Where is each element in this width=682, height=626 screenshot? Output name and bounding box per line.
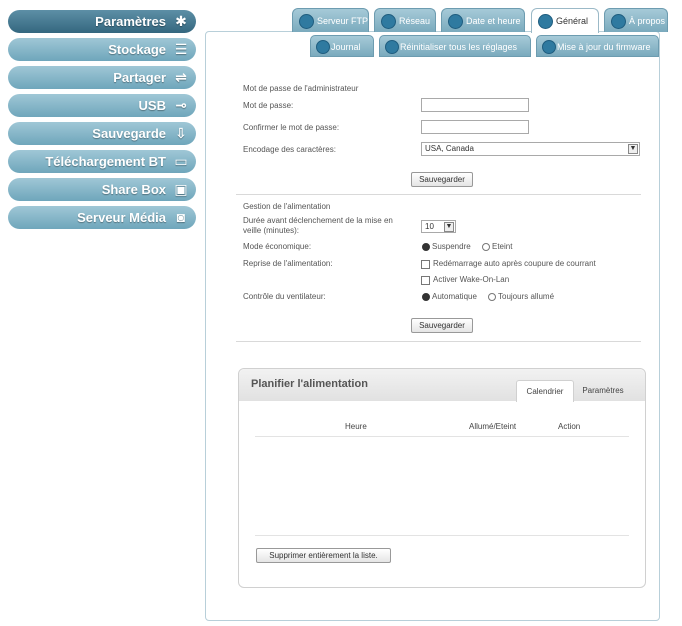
schedule-tab-parametres[interactable]: Paramètres xyxy=(575,380,631,401)
tab-label: À propos xyxy=(629,16,666,26)
password-label: Mot de passe: xyxy=(243,101,294,110)
sidebar: Paramètres ✱ Stockage ☰ Partager ⇌ USB ⊸… xyxy=(8,10,196,234)
update-icon xyxy=(542,40,556,54)
sidebar-item-usb[interactable]: USB ⊸ xyxy=(8,94,196,117)
sidebar-item-label: Téléchargement BT xyxy=(45,154,166,169)
subtab-reinitialiser[interactable]: Réinitialiser tous les réglages xyxy=(379,35,531,57)
eco-suspendre-radio[interactable] xyxy=(422,243,430,251)
column-header-allume-eteint: Allumé/Eteint xyxy=(469,422,517,431)
tab-label: Date et heure xyxy=(466,16,521,26)
sidebar-item-sauvegarde[interactable]: Sauvegarde ⇩ xyxy=(8,122,196,145)
ftp-icon xyxy=(299,14,314,29)
delete-list-button[interactable]: Supprimer entièrement la liste. xyxy=(256,548,391,563)
schedule-title: Planifier l'alimentation xyxy=(251,378,368,390)
info-icon xyxy=(611,14,626,29)
fan-always-on-radio[interactable] xyxy=(488,293,496,301)
subtab-label: Mise à jour du firmware xyxy=(557,42,651,52)
sleep-label-line1: Durée avant déclenchement de la mise en xyxy=(243,216,393,225)
sidebar-item-label: Stockage xyxy=(108,42,166,57)
admin-section-title: Mot de passe de l'administrateur xyxy=(243,84,359,93)
eco-eteint-label: Eteint xyxy=(492,242,513,251)
power-save-button[interactable]: Sauvegarder xyxy=(411,318,473,333)
encoding-select[interactable]: USA, Canada ▼ xyxy=(421,142,640,156)
column-header-action: Action xyxy=(558,422,581,431)
fan-auto-radio[interactable] xyxy=(422,293,430,301)
sidebar-item-label: Sauvegarde xyxy=(92,126,166,141)
journal-icon xyxy=(316,40,330,54)
sidebar-item-label: Share Box xyxy=(101,182,166,197)
sleep-minutes-select[interactable]: 10 ▼ xyxy=(421,220,456,233)
subtab-journal[interactable]: Journal xyxy=(310,35,374,57)
media-icon: ◙ xyxy=(176,209,186,225)
sharebox-icon: ▣ xyxy=(174,181,188,197)
fan-always-on-label: Toujours allumé xyxy=(498,292,555,301)
backup-icon: ⇩ xyxy=(175,125,187,141)
admin-save-button[interactable]: Sauvegarder xyxy=(411,172,473,187)
auto-restart-checkbox[interactable] xyxy=(421,260,430,269)
sidebar-item-parametres[interactable]: Paramètres ✱ xyxy=(8,10,196,33)
confirm-password-label: Confirmer le mot de passe: xyxy=(243,123,340,132)
sleep-value: 10 xyxy=(425,222,434,231)
table-header-divider xyxy=(255,436,629,437)
sidebar-item-share-box[interactable]: Share Box ▣ xyxy=(8,178,196,201)
password-input[interactable] xyxy=(421,98,529,112)
tab-a-propos[interactable]: À propos xyxy=(604,8,668,32)
chevron-down-icon: ▼ xyxy=(628,144,638,154)
usb-icon: ⊸ xyxy=(175,97,187,113)
sleep-label-line2: veille (minutes): xyxy=(243,226,300,235)
gear-icon: ✱ xyxy=(175,13,187,29)
network-icon xyxy=(381,14,396,29)
encoding-value: USA, Canada xyxy=(425,144,474,153)
tab-date-heure[interactable]: Date et heure xyxy=(441,8,525,32)
sidebar-item-stockage[interactable]: Stockage ☰ xyxy=(8,38,196,61)
tab-label: Général xyxy=(556,16,589,26)
subtab-mise-a-jour[interactable]: Mise à jour du firmware xyxy=(536,35,659,57)
schedule-panel: Planifier l'alimentation Calendrier Para… xyxy=(238,368,646,588)
bt-icon: ▭ xyxy=(174,153,188,169)
sidebar-item-label: Serveur Média xyxy=(77,210,166,225)
tab-label: Réseau xyxy=(399,16,431,26)
resume-label: Reprise de l'alimentation: xyxy=(243,259,333,268)
encoding-label: Encodage des caractères: xyxy=(243,145,336,154)
subtab-label: Journal xyxy=(331,42,361,52)
fan-control-label: Contrôle du ventilateur: xyxy=(243,292,326,301)
tab-label: Serveur FTP xyxy=(317,16,369,26)
general-icon xyxy=(538,14,553,29)
eco-suspendre-label: Suspendre xyxy=(432,242,471,251)
tab-serveur-ftp[interactable]: Serveur FTP xyxy=(292,8,369,32)
power-section-title: Gestion de l'alimentation xyxy=(243,202,331,211)
clock-icon xyxy=(448,14,463,29)
sidebar-item-telechargement-bt[interactable]: Téléchargement BT ▭ xyxy=(8,150,196,173)
eco-mode-label: Mode économique: xyxy=(243,242,312,251)
tab-reseau[interactable]: Réseau xyxy=(374,8,436,32)
share-icon: ⇌ xyxy=(175,69,187,85)
auto-restart-label: Redémarrage auto après coupure de courra… xyxy=(433,259,596,268)
chevron-down-icon: ▼ xyxy=(444,222,454,232)
table-footer-divider xyxy=(255,535,629,536)
schedule-header: Planifier l'alimentation Calendrier Para… xyxy=(239,369,645,402)
eco-eteint-radio[interactable] xyxy=(482,243,490,251)
schedule-tab-calendrier[interactable]: Calendrier xyxy=(516,380,574,402)
sidebar-item-label: Paramètres xyxy=(95,14,166,29)
sidebar-item-label: Partager xyxy=(113,70,166,85)
reset-icon xyxy=(385,40,399,54)
column-header-heure: Heure xyxy=(345,422,367,431)
tab-general[interactable]: Général xyxy=(531,8,599,33)
wake-on-lan-label: Activer Wake-On-Lan xyxy=(433,275,510,284)
divider xyxy=(236,194,641,195)
subtab-label: Réinitialiser tous les réglages xyxy=(400,42,518,52)
storage-icon: ☰ xyxy=(174,41,188,57)
confirm-password-input[interactable] xyxy=(421,120,529,134)
sidebar-item-label: USB xyxy=(138,98,166,113)
sidebar-item-partager[interactable]: Partager ⇌ xyxy=(8,66,196,89)
wake-on-lan-checkbox[interactable] xyxy=(421,276,430,285)
fan-auto-label: Automatique xyxy=(432,292,477,301)
sidebar-item-serveur-media[interactable]: Serveur Média ◙ xyxy=(8,206,196,229)
divider xyxy=(236,341,641,342)
